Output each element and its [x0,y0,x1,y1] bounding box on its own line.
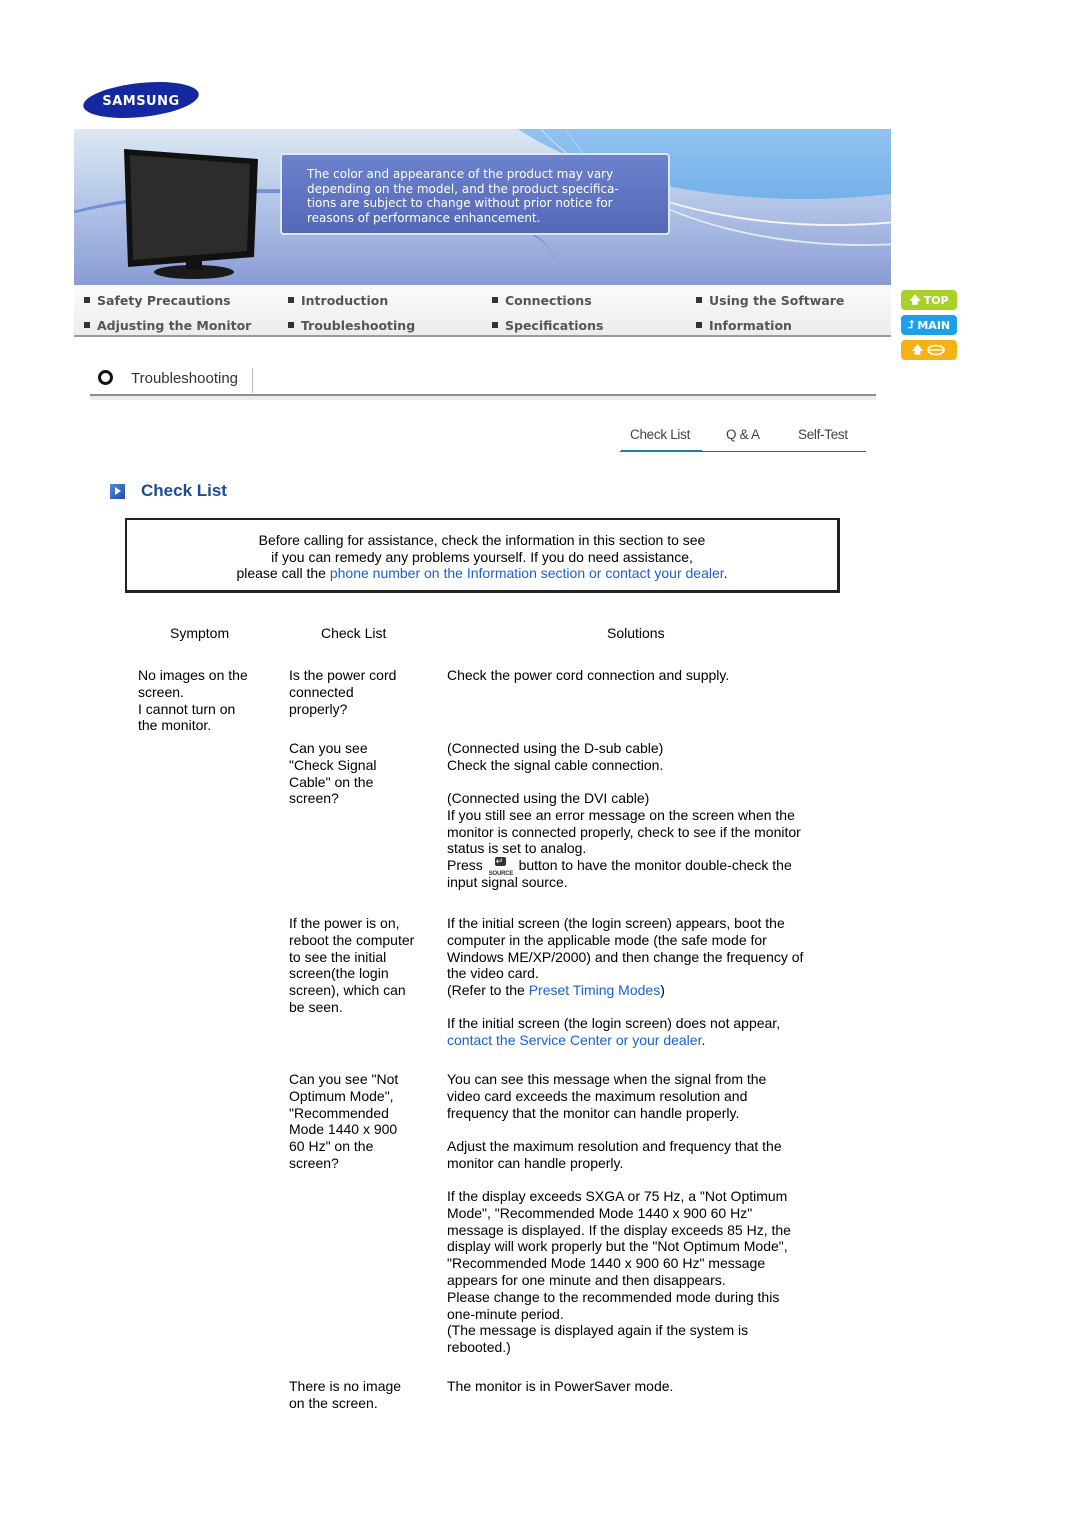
solution-text: Press [447,857,487,873]
play-icon [110,484,125,499]
back-button[interactable]: 🡅 [901,340,957,360]
active-tab-indicator [621,450,702,452]
info-box: Before calling for assistance, check the… [125,518,840,593]
source-label: SOURCE [488,871,514,877]
check-cell: There is no image on the screen. [289,1378,402,1411]
nav-connections[interactable]: Connections [492,293,592,308]
info-line: please call the phone number on the Info… [127,565,837,582]
bullet-icon [492,322,498,328]
info-line: if you can remedy any problems yourself.… [271,548,693,565]
arrow-up-icon: 🡅 [909,292,921,306]
solution-cell: If the initial screen (the login screen)… [447,915,804,982]
bullet-icon [84,297,90,303]
tab-check-list[interactable]: Check List [630,427,690,442]
solution-cell: You can see this message when the signal… [447,1071,767,1121]
nav-introduction[interactable]: Introduction [288,293,388,308]
logo-text: SAMSUNG [102,94,179,109]
banner: The color and appearance of the product … [74,129,891,285]
circle-icon [98,370,113,385]
nav-information[interactable]: Information [696,318,792,333]
section-title: Troubleshooting [131,370,239,387]
solution-cell: Adjust the maximum resolution and freque… [447,1138,782,1171]
solution-cell: If the initial screen (the login screen)… [447,1015,781,1031]
bullet-icon [288,322,294,328]
nav-using-the-software[interactable]: Using the Software [696,293,844,308]
section-shade [90,396,876,400]
information-dealer-link[interactable]: phone number on the Information section … [330,565,724,581]
samsung-logo[interactable]: SAMSUNG [82,80,200,120]
main-nav: Safety Precautions Introduction Connecti… [74,285,891,337]
header-symptom: Symptom [170,625,230,641]
top-label: TOP [923,293,949,307]
source-button-icon: SOURCE [487,853,515,877]
info-text: please call the [236,565,330,582]
nav-specifications[interactable]: Specifications [492,318,603,333]
header-solutions: Solutions [607,625,665,641]
solution-cell: (Refer to the Preset Timing Modes) [447,982,837,999]
symptom-cell: No images on the screen. I cannot turn o… [138,667,248,734]
service-center-link[interactable]: contact the Service Center or your deale… [447,1032,701,1048]
nav-label: Information [709,318,792,333]
bullet-icon [696,297,702,303]
section-header: Troubleshooting [90,364,876,396]
monitor-image [124,149,258,279]
divider [252,368,253,393]
solution-cell: The monitor is in PowerSaver mode. [447,1378,674,1394]
check-cell: Can you see "Not Optimum Mode", "Recomme… [289,1071,399,1171]
nav-label: Safety Precautions [97,293,231,308]
bullet-icon [492,297,498,303]
solution-text: . [701,1032,706,1048]
nav-label: Troubleshooting [301,318,416,333]
nav-label: Adjusting the Monitor [97,318,252,333]
solution-cell: Press SOURCE button to have the monitor … [447,853,837,891]
check-cell: Can you see "Check Signal Cable" on the … [289,740,377,807]
solution-cell: (Connected using the DVI cable) If you s… [447,790,801,857]
top-button[interactable]: 🡅 TOP [901,290,957,310]
bullet-icon [696,322,702,328]
solution-cell: contact the Service Center or your deale… [447,1032,837,1049]
page-heading: Check List [141,481,227,500]
info-text: . [723,565,728,582]
check-cell: If the power is on, reboot the computer … [289,915,415,1015]
solution-text: ) [660,982,665,998]
nav-label: Using the Software [709,293,845,308]
turn-arrow-icon: ⮥ [907,318,915,331]
nav-label: Introduction [301,293,389,308]
info-line: Before calling for assistance, check the… [258,532,706,548]
tab-bar: Check List Q & A Self-Test [620,425,866,452]
nav-safety-precautions[interactable]: Safety Precautions [84,293,231,308]
tab-q-and-a[interactable]: Q & A [726,427,760,442]
solution-cell: Check the power cord connection and supp… [447,667,730,683]
arrow-up-icon: 🡅 [911,342,924,356]
solution-text: (Refer to the [447,982,529,998]
header-check-list: Check List [321,625,387,641]
nav-adjusting-the-monitor[interactable]: Adjusting the Monitor [84,318,251,333]
solution-cell: (Connected using the D-sub cable) Check … [447,740,664,773]
solution-cell: If the display exceeds SXGA or 75 Hz, a … [447,1188,791,1356]
banner-notice: The color and appearance of the product … [280,153,670,235]
main-label: MAIN [917,318,951,332]
bullet-icon [288,297,294,303]
nav-label: Specifications [505,318,604,333]
check-cell: Is the power cord connected properly? [289,667,397,717]
nav-troubleshooting[interactable]: Troubleshooting [288,318,415,333]
preset-timing-modes-link[interactable]: Preset Timing Modes [529,982,661,998]
lips-icon [927,344,945,356]
bullet-icon [84,322,90,328]
tab-self-test[interactable]: Self-Test [798,427,848,442]
nav-label: Connections [505,293,592,308]
main-button[interactable]: ⮥ MAIN [901,315,957,335]
